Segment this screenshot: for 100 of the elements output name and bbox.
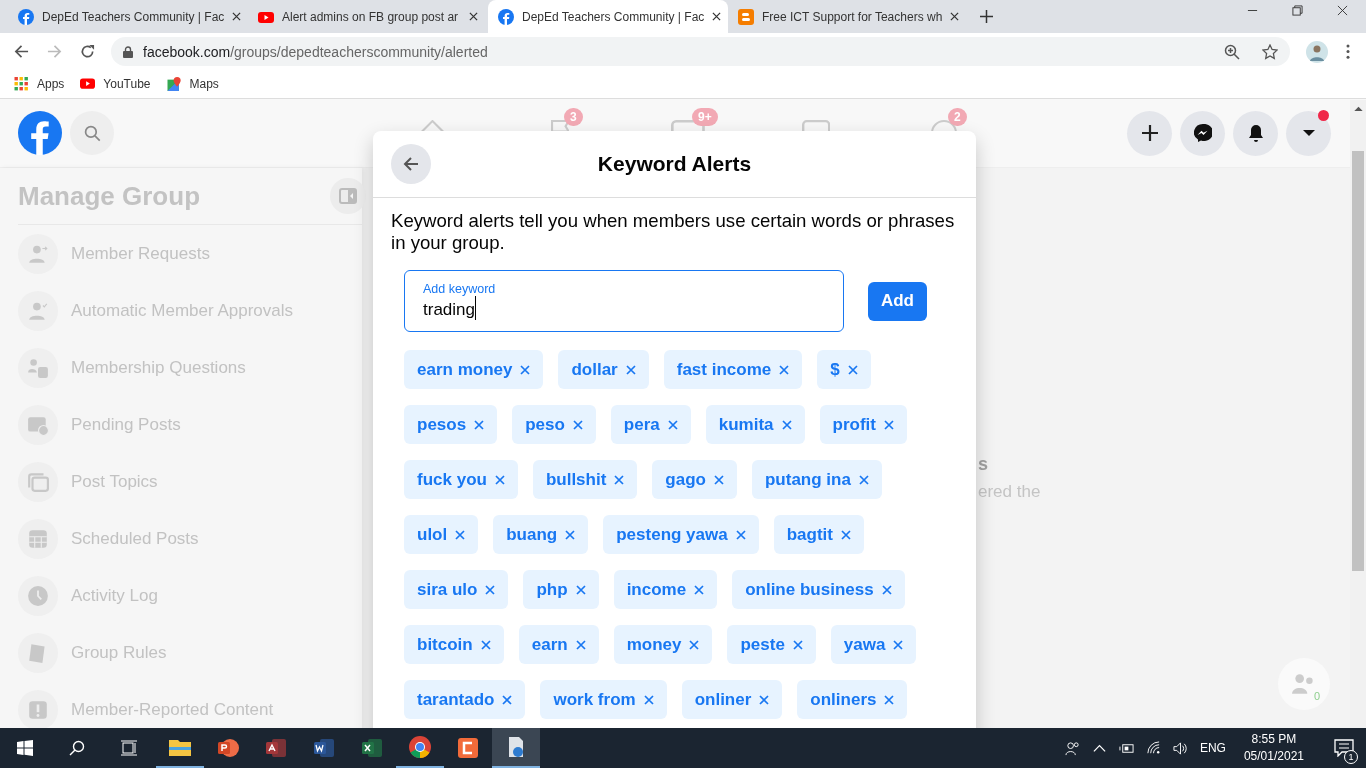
keyword-input[interactable]: Add keyword trading bbox=[404, 270, 844, 332]
remove-icon[interactable] bbox=[893, 639, 904, 650]
remove-icon[interactable] bbox=[781, 419, 792, 430]
keyword-label: earn money bbox=[417, 359, 513, 380]
wifi-icon[interactable] bbox=[1145, 740, 1161, 756]
remove-icon[interactable] bbox=[841, 529, 851, 540]
keyword-label: onliner bbox=[694, 689, 752, 710]
zoom-icon[interactable] bbox=[1224, 43, 1240, 60]
menu-icon[interactable] bbox=[1346, 44, 1350, 59]
apps-grid-icon bbox=[14, 77, 29, 91]
keyword-label: kumita bbox=[718, 414, 774, 435]
remove-icon[interactable] bbox=[847, 364, 858, 375]
close-icon[interactable] bbox=[950, 12, 960, 21]
scroll-up-icon[interactable] bbox=[1353, 106, 1363, 111]
remove-icon[interactable] bbox=[474, 419, 485, 430]
keyword-label: php bbox=[536, 579, 568, 600]
add-button[interactable]: Add bbox=[867, 281, 927, 321]
remove-icon[interactable] bbox=[694, 584, 705, 595]
forward-icon[interactable] bbox=[47, 44, 62, 59]
search-icon bbox=[83, 124, 101, 142]
profile-avatar[interactable] bbox=[1306, 40, 1328, 63]
browser-tab[interactable]: Alert admins on FB group post ar bbox=[248, 0, 488, 33]
facebook-logo[interactable] bbox=[18, 111, 62, 155]
remove-icon[interactable] bbox=[572, 419, 583, 430]
browser-tab[interactable]: DepEd Teachers Community | Fac bbox=[8, 0, 248, 33]
close-icon[interactable] bbox=[469, 12, 478, 21]
create-button[interactable] bbox=[1127, 110, 1172, 156]
remove-icon[interactable] bbox=[485, 584, 496, 595]
remove-icon[interactable] bbox=[565, 529, 576, 540]
close-icon[interactable] bbox=[1337, 5, 1348, 16]
notifications-button[interactable] bbox=[1233, 110, 1278, 156]
people-icon[interactable] bbox=[1064, 740, 1080, 756]
address-field[interactable]: facebook.com/groups/depedteacherscommunity/alerted bbox=[111, 37, 1290, 66]
reload-icon[interactable] bbox=[80, 44, 95, 59]
keyword-label: peso bbox=[525, 414, 565, 435]
browser-tab[interactable]: DepEd Teachers Community | Fac bbox=[488, 0, 728, 33]
keyword-label: pesteng yawa bbox=[616, 524, 728, 545]
person-icon bbox=[18, 290, 58, 331]
remove-icon[interactable] bbox=[614, 474, 625, 485]
close-icon[interactable] bbox=[712, 12, 722, 21]
background-text: s bbox=[978, 454, 988, 475]
keyword-label: onliners bbox=[810, 689, 877, 710]
keyword-label: pera bbox=[623, 414, 660, 435]
remove-icon[interactable] bbox=[575, 584, 586, 595]
remove-icon[interactable] bbox=[502, 694, 513, 705]
bookmark[interactable]: YouTube bbox=[80, 77, 151, 91]
keyword-label: fuck you bbox=[417, 469, 487, 490]
database-app-icon bbox=[264, 736, 288, 760]
remove-icon[interactable] bbox=[884, 419, 894, 430]
remove-icon[interactable] bbox=[884, 694, 895, 705]
url-text: facebook.com/groups/depedteacherscommunity/alerted bbox=[143, 43, 488, 60]
remove-icon[interactable] bbox=[667, 419, 678, 430]
recorder-app-icon bbox=[456, 736, 480, 760]
tab-title: DepEd Teachers Community | Fac bbox=[42, 9, 225, 24]
clock[interactable]: 8:55 PM 05/01/2021 bbox=[1237, 731, 1310, 765]
back-button[interactable] bbox=[391, 144, 431, 184]
remove-icon[interactable] bbox=[625, 364, 636, 375]
messenger-button[interactable] bbox=[1180, 110, 1225, 156]
keyword-label: gago bbox=[665, 469, 706, 490]
keyword-label: putang ina bbox=[764, 469, 851, 490]
map-pin-icon bbox=[166, 77, 182, 91]
notification-badge: 9+ bbox=[692, 108, 718, 126]
notification-badge: 3 bbox=[564, 108, 583, 126]
remove-icon[interactable] bbox=[689, 639, 700, 650]
keyword-label: income bbox=[626, 579, 687, 600]
presentation-app-icon bbox=[216, 736, 240, 760]
restore-icon[interactable] bbox=[1292, 5, 1303, 16]
browser-tab[interactable]: Free ICT Support for Teachers wh bbox=[728, 0, 968, 33]
remove-icon[interactable] bbox=[735, 529, 746, 540]
back-icon[interactable] bbox=[14, 44, 29, 59]
star-icon[interactable] bbox=[1262, 43, 1278, 60]
remove-icon[interactable] bbox=[494, 474, 505, 485]
bookmark[interactable]: Maps bbox=[166, 77, 219, 91]
bookmark[interactable]: Apps bbox=[14, 77, 65, 91]
remove-icon[interactable] bbox=[455, 529, 466, 540]
language-indicator[interactable]: ENG bbox=[1199, 741, 1226, 755]
blogger-icon bbox=[738, 8, 754, 25]
remove-icon[interactable] bbox=[480, 639, 491, 650]
remove-icon[interactable] bbox=[643, 694, 654, 705]
remove-icon[interactable] bbox=[881, 584, 892, 595]
notification-count: 1 bbox=[1344, 750, 1358, 764]
new-tab-icon[interactable] bbox=[980, 10, 993, 23]
remove-icon[interactable] bbox=[575, 639, 586, 650]
remove-icon[interactable] bbox=[792, 639, 803, 650]
keyword-label: dollar bbox=[571, 359, 618, 380]
remove-icon[interactable] bbox=[858, 474, 869, 485]
account-menu-button[interactable] bbox=[1286, 110, 1331, 156]
taskbar-app[interactable] bbox=[492, 728, 540, 768]
tab-title: Free ICT Support for Teachers wh bbox=[762, 9, 943, 24]
close-icon[interactable] bbox=[232, 12, 242, 21]
remove-icon[interactable] bbox=[520, 364, 531, 375]
play-icon bbox=[80, 77, 96, 91]
remove-icon[interactable] bbox=[759, 694, 770, 705]
search-button[interactable] bbox=[70, 111, 114, 155]
action-center-button[interactable]: 1 bbox=[1322, 728, 1366, 768]
remove-icon[interactable] bbox=[779, 364, 790, 375]
calendar-icon bbox=[18, 518, 58, 559]
remove-icon[interactable] bbox=[713, 474, 724, 485]
keyword-label: tarantado bbox=[417, 689, 495, 710]
volume-icon[interactable] bbox=[1172, 740, 1188, 756]
